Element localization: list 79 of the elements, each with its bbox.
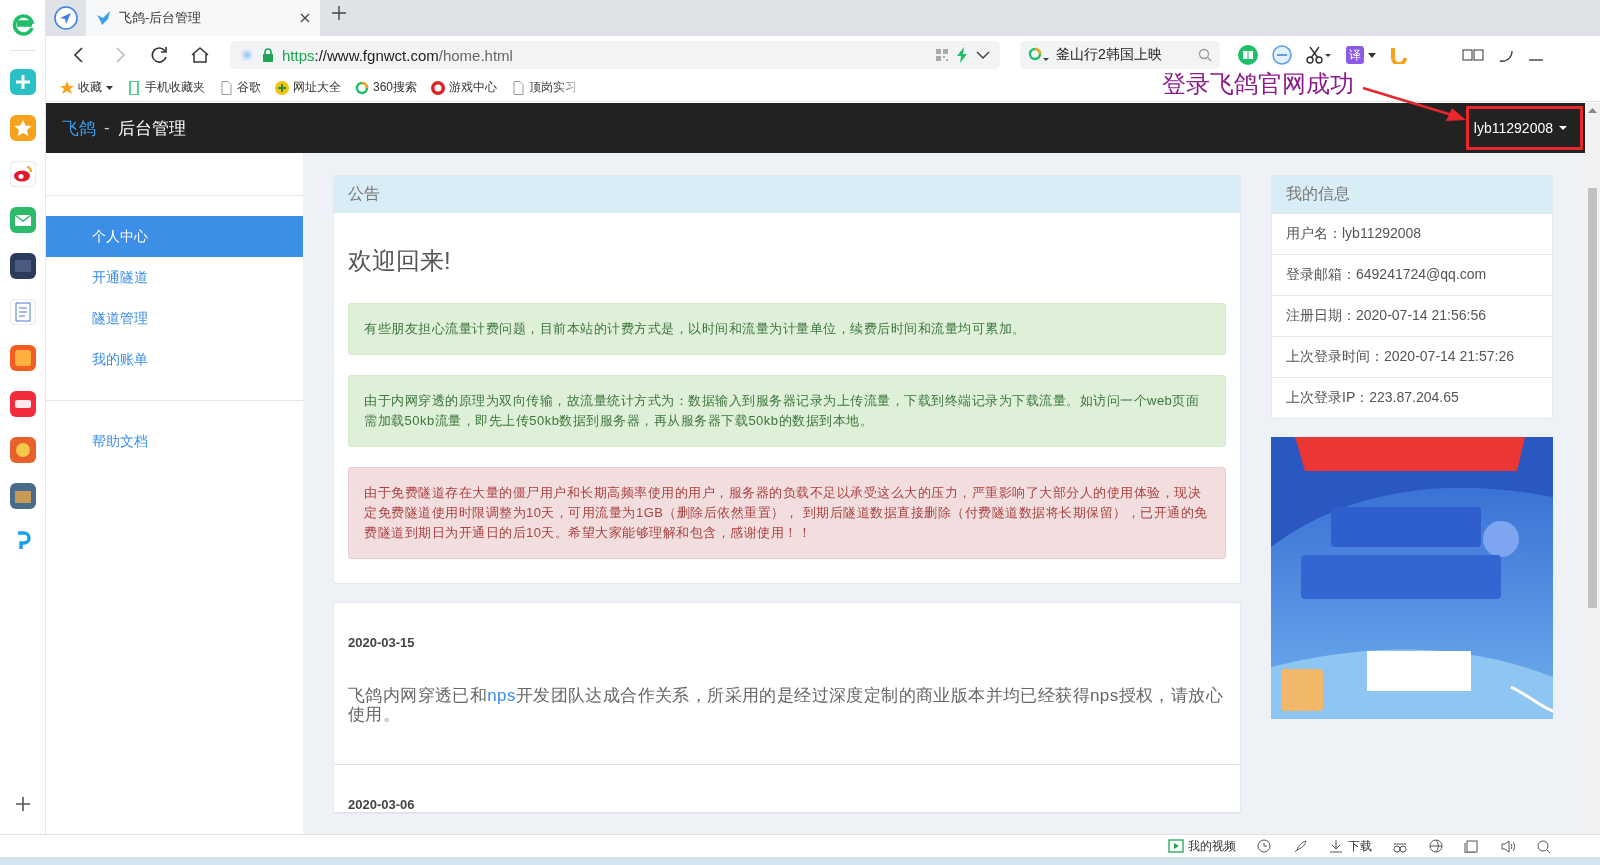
scroll-up-icon[interactable] — [1588, 107, 1597, 113]
menu-item[interactable]: 我的账单 — [46, 339, 303, 380]
search-icon[interactable] — [1198, 48, 1212, 62]
scrollbar-thumb[interactable] — [1588, 188, 1597, 608]
app-icon[interactable] — [9, 253, 36, 279]
bird-icon — [96, 10, 112, 26]
alert-message: 有些朋友担心流量计费问题，目前本站的计费方式是，以时间和流量为计量单位，续费后时间和流量均可累加。 — [348, 303, 1226, 355]
annotation-text: 登录飞鸽官网成功 — [1162, 69, 1354, 99]
profile-row: 上次登录IP：223.87.204.65 — [1272, 377, 1552, 418]
home-icon[interactable] — [190, 45, 210, 65]
bookmark[interactable]: 手机收藏夹 — [127, 79, 205, 96]
news-date: 2020-03-15 — [348, 634, 416, 650]
caret-icon — [1559, 126, 1567, 130]
welcome-heading: 欢迎回来! — [348, 246, 452, 276]
scissors-icon[interactable] — [1306, 46, 1332, 64]
clock-icon[interactable] — [1256, 839, 1272, 853]
bookmark[interactable]: 游戏中心 — [431, 79, 498, 96]
search-field[interactable]: 釜山行2韩国上映 — [1020, 41, 1220, 69]
profile-row: 登录邮箱：649241724@qq.com — [1272, 254, 1552, 295]
news-date: 2020-03-06 — [348, 796, 416, 812]
play-icon — [1168, 839, 1184, 853]
news-text: 飞鸽内网穿透已和nps开发团队达成合作关系，所采用的是经过深度定制的商业版本并均已经获得nps授权，请放心使用。 — [348, 686, 1225, 724]
book-icon[interactable] — [1238, 45, 1258, 65]
profile-row: 用户名：lyb11292008 — [1272, 213, 1552, 254]
shield-icon — [240, 48, 254, 62]
new-tab-icon[interactable] — [332, 5, 346, 20]
panel-header: 我的信息 — [1272, 176, 1552, 213]
menu-item[interactable]: 开通隧道 — [46, 257, 303, 298]
menu-item[interactable]: 隧道管理 — [46, 298, 303, 339]
browser-tab[interactable]: 飞鸽-后台管理 — [86, 0, 320, 36]
site-title: 后台管理 — [117, 117, 186, 140]
close-icon[interactable] — [300, 13, 310, 23]
caret-icon[interactable] — [1368, 52, 1376, 58]
search-input[interactable]: 釜山行2韩国上映 — [1056, 47, 1192, 63]
profile-row: 上次登录时间：2020-07-14 21:57:26 — [1272, 336, 1552, 377]
plus-icon — [275, 80, 289, 95]
alert-message: 由于免费隧道存在大量的僵尸用户和长期高频率使用的用户，服务器的负载不足以承受这么大的压力，严重影响了大部分人的使用体验，现决定免费隧道使用时限调整为10天，可用流量为1GB（删除后依然重置）， 到期后隧道数据直接删除（付费隧道数据将长期保留），已开通的免费隧道到期日为开通日的后10天。希望大家能够理解和包含，感谢使用！！ — [348, 467, 1226, 559]
lock-icon — [262, 48, 274, 62]
translate-button[interactable]: 译 — [1346, 46, 1364, 64]
search-icon[interactable] — [1536, 839, 1552, 853]
alert-message: 由于内网穿透的原理为双向传输，故流量统计方式为：数据输入到服务器记录为上传流量，下载到终端记录为下载流量。如访问一个web页面需加载50kb流量，即先上传50kb数据到服务器，再从服务器下载50kb的数据到本地。 — [348, 375, 1226, 447]
download-icon — [1328, 839, 1344, 853]
url-text: https://www.fgnwct.com/home.html — [282, 46, 514, 64]
caret-icon — [106, 85, 113, 90]
nps-link[interactable]: nps — [487, 686, 516, 705]
user-menu[interactable]: lyb11292008 — [1471, 120, 1569, 136]
curve-icon[interactable] — [1498, 48, 1514, 62]
reload-icon[interactable] — [150, 45, 170, 65]
star-icon — [60, 80, 74, 95]
scrollbar[interactable] — [1585, 103, 1600, 835]
navigation-icon[interactable] — [54, 6, 78, 30]
globe-icon[interactable] — [1428, 839, 1444, 853]
add-icon[interactable] — [14, 796, 31, 813]
page-icon — [511, 80, 526, 95]
profile-row: 注册日期：2020-07-14 21:56:56 — [1272, 295, 1552, 336]
page-icon — [219, 80, 233, 95]
tab-title: 飞鸽-后台管理 — [119, 9, 203, 27]
caret-icon[interactable] — [976, 50, 990, 60]
game-icon — [431, 80, 446, 95]
bookmark[interactable]: 谷歌 — [219, 79, 261, 96]
bookmark[interactable]: 网址大全 — [275, 79, 341, 96]
status-button[interactable]: 我的视频 — [1168, 837, 1236, 855]
panel-header: 公告 — [334, 176, 1240, 213]
app-icon[interactable] — [9, 483, 36, 509]
qr-code-icon[interactable] — [936, 49, 948, 61]
tile-icon[interactable] — [1462, 49, 1484, 61]
status-button[interactable]: 下载 — [1328, 837, 1372, 855]
bookmark[interactable]: 360搜索 — [355, 79, 418, 96]
lightning-icon[interactable] — [956, 47, 968, 63]
window-icon[interactable] — [1464, 839, 1480, 853]
phone-icon — [127, 80, 141, 95]
title-separator: - — [104, 118, 110, 138]
speaker-icon[interactable] — [1500, 839, 1516, 853]
address-field[interactable]: https://www.fgnwct.com/home.html — [230, 41, 1000, 69]
search-engine-icon[interactable] — [1028, 47, 1050, 63]
bookmark[interactable]: 收藏 — [60, 79, 113, 96]
site-brand[interactable]: 飞鸽 — [62, 116, 96, 140]
menu-item[interactable]: 帮助文档 — [46, 421, 303, 462]
ring-icon — [355, 80, 369, 95]
